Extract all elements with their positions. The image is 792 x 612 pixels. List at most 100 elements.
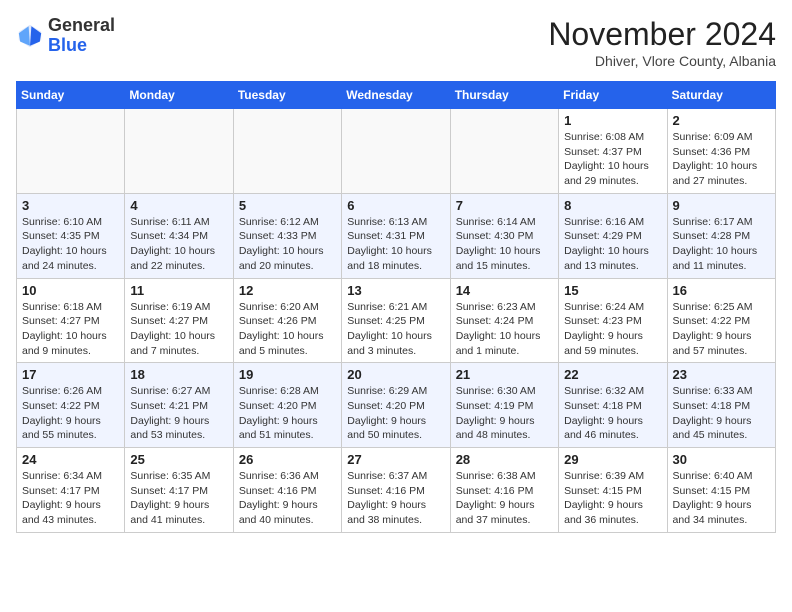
calendar-cell: 18 Sunrise: 6:27 AM Sunset: 4:21 PM Dayli…	[125, 363, 233, 448]
calendar-cell: 14 Sunrise: 6:23 AM Sunset: 4:24 PM Dayli…	[450, 278, 558, 363]
day-number: 29	[564, 452, 661, 467]
day-info: Sunrise: 6:32 AM Sunset: 4:18 PM Dayligh…	[564, 384, 661, 443]
month-title: November 2024	[548, 16, 776, 53]
day-info: Sunrise: 6:26 AM Sunset: 4:22 PM Dayligh…	[22, 384, 119, 443]
day-info: Sunrise: 6:19 AM Sunset: 4:27 PM Dayligh…	[130, 300, 227, 359]
day-info: Sunrise: 6:10 AM Sunset: 4:35 PM Dayligh…	[22, 215, 119, 274]
title-block: November 2024 Dhiver, Vlore County, Alba…	[548, 16, 776, 69]
calendar-cell: 17 Sunrise: 6:26 AM Sunset: 4:22 PM Dayli…	[17, 363, 125, 448]
day-number: 11	[130, 283, 227, 298]
day-info: Sunrise: 6:20 AM Sunset: 4:26 PM Dayligh…	[239, 300, 336, 359]
day-info: Sunrise: 6:11 AM Sunset: 4:34 PM Dayligh…	[130, 215, 227, 274]
day-number: 14	[456, 283, 553, 298]
calendar-cell: 12 Sunrise: 6:20 AM Sunset: 4:26 PM Dayli…	[233, 278, 341, 363]
calendar-cell	[17, 109, 125, 194]
day-info: Sunrise: 6:14 AM Sunset: 4:30 PM Dayligh…	[456, 215, 553, 274]
day-info: Sunrise: 6:34 AM Sunset: 4:17 PM Dayligh…	[22, 469, 119, 528]
day-info: Sunrise: 6:13 AM Sunset: 4:31 PM Dayligh…	[347, 215, 444, 274]
calendar-week-3: 10 Sunrise: 6:18 AM Sunset: 4:27 PM Dayli…	[17, 278, 776, 363]
day-number: 19	[239, 367, 336, 382]
calendar-cell	[125, 109, 233, 194]
calendar-cell: 20 Sunrise: 6:29 AM Sunset: 4:20 PM Dayli…	[342, 363, 450, 448]
logo-blue: Blue	[48, 35, 87, 55]
calendar-cell: 22Sunrise: 6:32 AM Sunset: 4:18 PM Dayli…	[559, 363, 667, 448]
day-number: 4	[130, 198, 227, 213]
calendar-cell: 19 Sunrise: 6:28 AM Sunset: 4:20 PM Dayli…	[233, 363, 341, 448]
logo: General Blue	[16, 16, 115, 56]
day-number: 18	[130, 367, 227, 382]
calendar-cell: 10 Sunrise: 6:18 AM Sunset: 4:27 PM Dayli…	[17, 278, 125, 363]
calendar-cell: 3 Sunrise: 6:10 AM Sunset: 4:35 PM Daylig…	[17, 193, 125, 278]
calendar-week-1: 1Sunrise: 6:08 AM Sunset: 4:37 PM Daylig…	[17, 109, 776, 194]
day-info: Sunrise: 6:17 AM Sunset: 4:28 PM Dayligh…	[673, 215, 770, 274]
day-info: Sunrise: 6:08 AM Sunset: 4:37 PM Dayligh…	[564, 130, 661, 189]
day-info: Sunrise: 6:35 AM Sunset: 4:17 PM Dayligh…	[130, 469, 227, 528]
day-number: 20	[347, 367, 444, 382]
calendar-cell: 15Sunrise: 6:24 AM Sunset: 4:23 PM Dayli…	[559, 278, 667, 363]
day-info: Sunrise: 6:37 AM Sunset: 4:16 PM Dayligh…	[347, 469, 444, 528]
day-info: Sunrise: 6:27 AM Sunset: 4:21 PM Dayligh…	[130, 384, 227, 443]
day-info: Sunrise: 6:23 AM Sunset: 4:24 PM Dayligh…	[456, 300, 553, 359]
calendar-cell: 24 Sunrise: 6:34 AM Sunset: 4:17 PM Dayli…	[17, 448, 125, 533]
day-number: 21	[456, 367, 553, 382]
day-info: Sunrise: 6:25 AM Sunset: 4:22 PM Dayligh…	[673, 300, 770, 359]
day-number: 26	[239, 452, 336, 467]
header-monday: Monday	[125, 82, 233, 109]
header-sunday: Sunday	[17, 82, 125, 109]
day-info: Sunrise: 6:40 AM Sunset: 4:15 PM Dayligh…	[673, 469, 770, 528]
calendar-cell: 28Sunrise: 6:38 AM Sunset: 4:16 PM Dayli…	[450, 448, 558, 533]
day-number: 16	[673, 283, 770, 298]
calendar-cell: 1Sunrise: 6:08 AM Sunset: 4:37 PM Daylig…	[559, 109, 667, 194]
calendar-week-5: 24 Sunrise: 6:34 AM Sunset: 4:17 PM Dayli…	[17, 448, 776, 533]
calendar-cell	[233, 109, 341, 194]
day-number: 2	[673, 113, 770, 128]
day-number: 28	[456, 452, 553, 467]
day-number: 9	[673, 198, 770, 213]
calendar-cell: 30Sunrise: 6:40 AM Sunset: 4:15 PM Dayli…	[667, 448, 775, 533]
calendar-week-2: 3 Sunrise: 6:10 AM Sunset: 4:35 PM Daylig…	[17, 193, 776, 278]
calendar-week-4: 17 Sunrise: 6:26 AM Sunset: 4:22 PM Dayli…	[17, 363, 776, 448]
calendar-cell: 5 Sunrise: 6:12 AM Sunset: 4:33 PM Daylig…	[233, 193, 341, 278]
calendar-cell: 4 Sunrise: 6:11 AM Sunset: 4:34 PM Daylig…	[125, 193, 233, 278]
calendar-table: SundayMondayTuesdayWednesdayThursdayFrid…	[16, 81, 776, 533]
calendar-cell: 21 Sunrise: 6:30 AM Sunset: 4:19 PM Dayli…	[450, 363, 558, 448]
day-info: Sunrise: 6:36 AM Sunset: 4:16 PM Dayligh…	[239, 469, 336, 528]
header-friday: Friday	[559, 82, 667, 109]
day-number: 5	[239, 198, 336, 213]
day-info: Sunrise: 6:30 AM Sunset: 4:19 PM Dayligh…	[456, 384, 553, 443]
calendar-header-row: SundayMondayTuesdayWednesdayThursdayFrid…	[17, 82, 776, 109]
day-number: 27	[347, 452, 444, 467]
header-wednesday: Wednesday	[342, 82, 450, 109]
day-info: Sunrise: 6:18 AM Sunset: 4:27 PM Dayligh…	[22, 300, 119, 359]
logo-general: General	[48, 15, 115, 35]
day-number: 13	[347, 283, 444, 298]
calendar-cell: 13 Sunrise: 6:21 AM Sunset: 4:25 PM Dayli…	[342, 278, 450, 363]
calendar-cell: 16 Sunrise: 6:25 AM Sunset: 4:22 PM Dayli…	[667, 278, 775, 363]
day-number: 17	[22, 367, 119, 382]
header-thursday: Thursday	[450, 82, 558, 109]
day-info: Sunrise: 6:09 AM Sunset: 4:36 PM Dayligh…	[673, 130, 770, 189]
day-number: 24	[22, 452, 119, 467]
day-number: 3	[22, 198, 119, 213]
calendar-cell	[342, 109, 450, 194]
day-info: Sunrise: 6:28 AM Sunset: 4:20 PM Dayligh…	[239, 384, 336, 443]
calendar-cell: 26 Sunrise: 6:36 AM Sunset: 4:16 PM Dayli…	[233, 448, 341, 533]
day-info: Sunrise: 6:21 AM Sunset: 4:25 PM Dayligh…	[347, 300, 444, 359]
location-subtitle: Dhiver, Vlore County, Albania	[548, 53, 776, 69]
calendar-cell: 6Sunrise: 6:13 AM Sunset: 4:31 PM Daylig…	[342, 193, 450, 278]
day-info: Sunrise: 6:29 AM Sunset: 4:20 PM Dayligh…	[347, 384, 444, 443]
day-info: Sunrise: 6:33 AM Sunset: 4:18 PM Dayligh…	[673, 384, 770, 443]
header-saturday: Saturday	[667, 82, 775, 109]
page-header: General Blue November 2024 Dhiver, Vlore…	[16, 16, 776, 69]
day-info: Sunrise: 6:12 AM Sunset: 4:33 PM Dayligh…	[239, 215, 336, 274]
day-number: 10	[22, 283, 119, 298]
calendar-cell: 8Sunrise: 6:16 AM Sunset: 4:29 PM Daylig…	[559, 193, 667, 278]
day-info: Sunrise: 6:39 AM Sunset: 4:15 PM Dayligh…	[564, 469, 661, 528]
logo-icon	[16, 22, 44, 50]
calendar-cell: 29 Sunrise: 6:39 AM Sunset: 4:15 PM Dayli…	[559, 448, 667, 533]
calendar-cell: 23 Sunrise: 6:33 AM Sunset: 4:18 PM Dayli…	[667, 363, 775, 448]
logo-text: General Blue	[48, 16, 115, 56]
day-number: 23	[673, 367, 770, 382]
day-number: 7	[456, 198, 553, 213]
day-number: 12	[239, 283, 336, 298]
